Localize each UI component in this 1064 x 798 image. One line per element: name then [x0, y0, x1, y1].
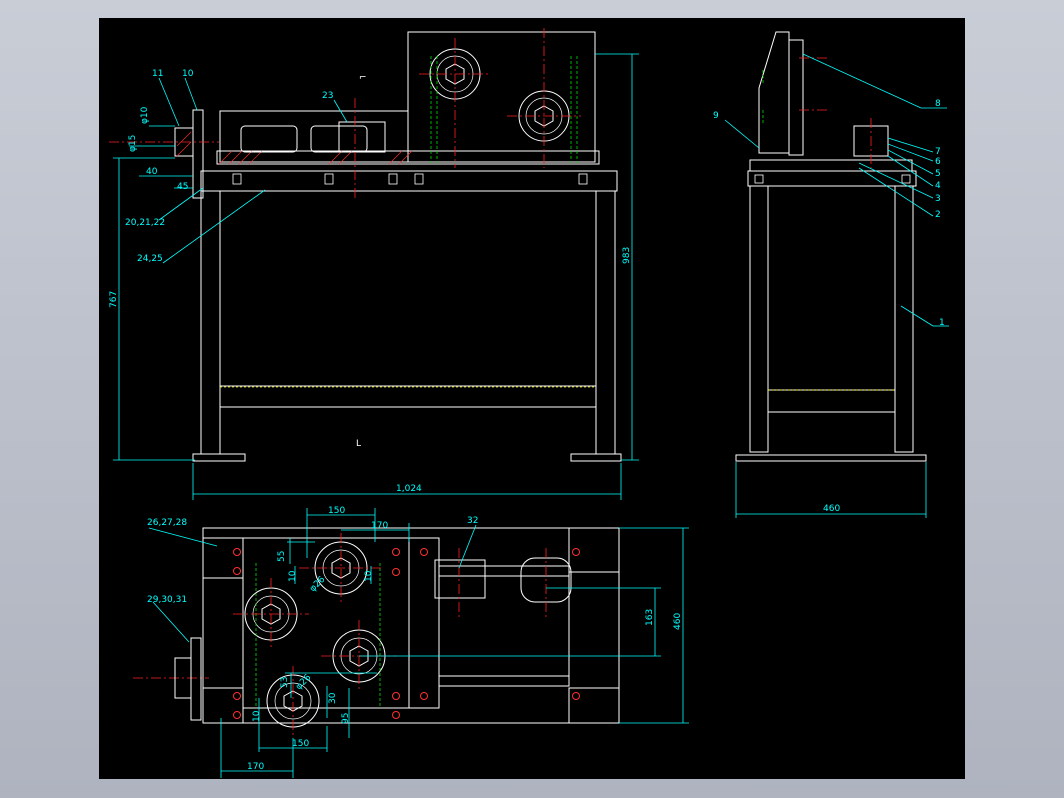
label-3: 3 [935, 194, 941, 204]
label-4: 4 [935, 181, 941, 191]
top-corner-block-tr [568, 527, 620, 573]
dim-460-top: 460 [673, 613, 683, 630]
cad-drawing-canvas: ⌐ L 11 10 23 20,21,22 24,25 φ10 φ15 40 4… [109, 28, 949, 778]
side-crossbar [767, 389, 896, 413]
label-5: 5 [935, 169, 941, 179]
dim-30: 30 [328, 692, 338, 704]
front-dimension-texts: 11 10 23 20,21,22 24,25 φ10 φ15 40 45 76… [109, 69, 632, 494]
front-view [109, 28, 622, 462]
svg-text:L: L [356, 439, 361, 449]
label-11: 11 [152, 69, 163, 79]
top-guide-frame [438, 565, 570, 687]
front-leg-right [595, 190, 616, 455]
label-9: 9 [713, 111, 719, 121]
top-side-bracket [190, 637, 202, 721]
side-leg-right [894, 185, 914, 453]
top-view [133, 527, 620, 738]
front-crossbar [219, 385, 597, 408]
top-motor-plate [242, 537, 410, 709]
front-leg-left [200, 190, 221, 455]
dim-45: 45 [177, 182, 188, 192]
dim-150-bottom: 150 [292, 739, 309, 749]
label-8: 8 [935, 99, 941, 109]
side-wheel-stack [788, 39, 804, 156]
label-23: 23 [322, 91, 333, 101]
top-corner-block-br [568, 687, 620, 724]
side-base-plate [749, 159, 913, 172]
front-motor-housing [407, 31, 596, 163]
front-tabletop [200, 170, 618, 192]
dim-phi10: φ10 [140, 106, 150, 124]
dim-phi26-a: φ26 [308, 575, 328, 595]
front-foot-right [570, 453, 622, 462]
dim-150-top: 150 [328, 506, 345, 516]
svg-text:⌐: ⌐ [359, 73, 367, 83]
top-wheels [244, 541, 386, 728]
side-view [735, 31, 927, 462]
dim-10-a: 10 [288, 570, 298, 582]
label-7: 7 [935, 147, 941, 157]
top-dimensions [148, 508, 689, 778]
label-32: 32 [467, 516, 478, 526]
drawing-sheet[interactable]: ⌐ L 11 10 23 20,21,22 24,25 φ10 φ15 40 4… [99, 18, 965, 779]
top-table-outline [202, 527, 620, 724]
label-1: 1 [939, 318, 945, 328]
dim-983: 983 [622, 247, 632, 264]
dim-163: 163 [645, 609, 655, 626]
front-pulley-left [240, 125, 298, 153]
top-corner-block-bl [202, 687, 244, 724]
dim-170-bottom: 170 [247, 762, 264, 772]
dim-10-c: 10 [252, 710, 262, 722]
label-20-21-22: 20,21,22 [125, 218, 165, 228]
dim-53: 53 [280, 677, 290, 688]
front-foot-left [192, 453, 246, 462]
dim-40: 40 [146, 167, 158, 177]
label-26-27-28: 26,27,28 [147, 518, 187, 528]
side-foot [735, 454, 927, 462]
top-dimension-texts: 26,27,28 29,30,31 32 150 170 55 10 φ26 1… [147, 506, 683, 772]
side-tabletop [747, 170, 917, 187]
label-6: 6 [935, 157, 941, 167]
dim-767: 767 [109, 291, 119, 308]
side-leg-left [749, 185, 769, 453]
dim-1024: 1,024 [396, 484, 422, 494]
label-24-25: 24,25 [137, 254, 163, 264]
front-dimensions: ⌐ L [113, 53, 639, 500]
dim-10-b: 10 [364, 570, 374, 582]
dim-170-top: 170 [371, 521, 388, 531]
dim-95: 95 [341, 713, 351, 724]
side-dimensions: 8 9 7 6 5 4 3 2 1 460 [713, 53, 949, 518]
front-guide-frame [219, 110, 409, 163]
label-10: 10 [182, 69, 194, 79]
dim-460-side: 460 [823, 504, 840, 514]
label-29-30-31: 29,30,31 [147, 595, 187, 605]
label-2: 2 [935, 210, 941, 220]
dim-55: 55 [277, 551, 287, 562]
dim-phi15: φ15 [128, 135, 138, 152]
side-bracket [758, 31, 790, 154]
